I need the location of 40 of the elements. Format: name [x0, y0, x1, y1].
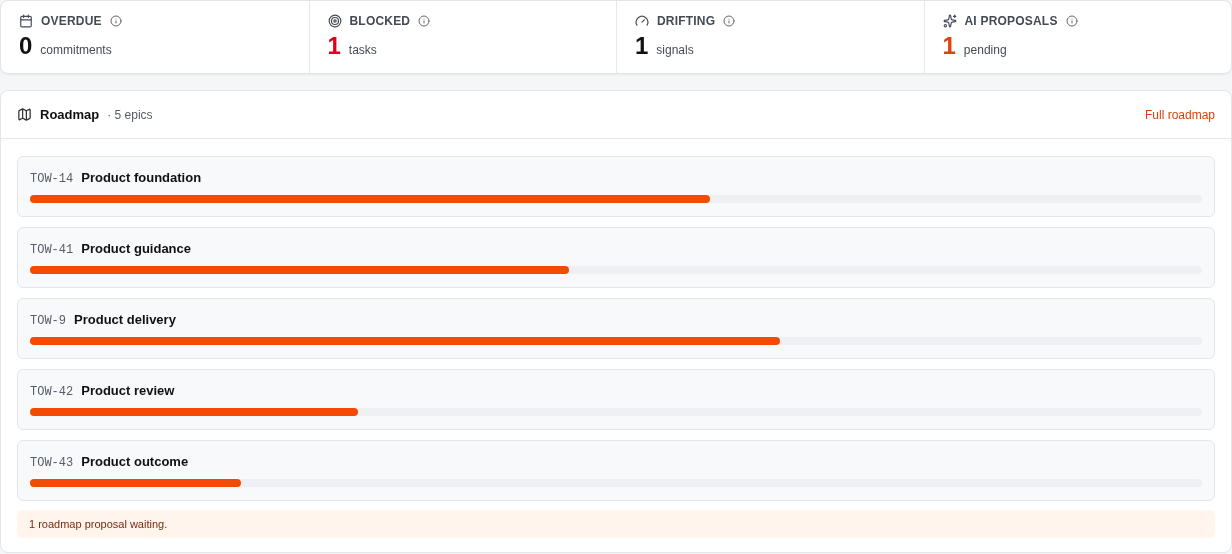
- epic-key: TOW-43: [30, 456, 74, 470]
- stat-label: DRIFTING: [657, 14, 716, 28]
- epic-name: Product guidance: [81, 241, 191, 256]
- epic-key: TOW-41: [30, 243, 74, 257]
- epic-name: Product delivery: [74, 312, 176, 327]
- epic-key: TOW-9: [30, 314, 66, 328]
- target-icon: [327, 14, 342, 28]
- stat-unit: commitments: [40, 43, 112, 57]
- epic-name: Product outcome: [81, 454, 189, 469]
- stat-unit: signals: [656, 43, 694, 57]
- stat-label: AI PROPOSALS: [964, 14, 1058, 28]
- proposal-notice: 1 roadmap proposal waiting.: [17, 510, 1215, 538]
- info-icon[interactable]: [723, 15, 736, 27]
- full-roadmap-link[interactable]: Full roadmap: [1144, 107, 1215, 122]
- stat-value: 1: [635, 34, 649, 58]
- epic-card[interactable]: TOW-42 Product review: [17, 369, 1215, 430]
- stat-unit: tasks: [348, 43, 377, 57]
- epic-card[interactable]: TOW-14 Product foundation: [17, 156, 1215, 217]
- stat-label: OVERDUE: [41, 14, 102, 28]
- epic-key: TOW-14: [30, 172, 74, 186]
- epic-key: TOW-42: [30, 385, 74, 399]
- calendar-icon: [19, 14, 33, 28]
- gauge-icon: [635, 14, 649, 28]
- map-icon: [17, 107, 32, 122]
- epic-name: Product foundation: [81, 170, 202, 185]
- info-icon[interactable]: [109, 15, 122, 27]
- stat-value: 1: [327, 34, 341, 58]
- stat-value: 0: [19, 34, 33, 58]
- info-icon[interactable]: [1065, 15, 1078, 27]
- epic-card[interactable]: TOW-41 Product guidance: [17, 227, 1215, 288]
- epic-name: Product review: [81, 383, 175, 398]
- epic-card[interactable]: TOW-9 Product delivery: [17, 298, 1215, 359]
- info-icon[interactable]: [418, 15, 431, 27]
- stat-unit: pending: [963, 43, 1007, 57]
- roadmap-title: Roadmap: [40, 107, 100, 122]
- epic-card[interactable]: TOW-43 Product outcome: [17, 440, 1215, 501]
- epic-count: · 5 epics: [107, 107, 154, 122]
- sparkles-icon: [942, 14, 957, 28]
- stat-label: BLOCKED: [349, 14, 411, 28]
- stat-value: 1: [942, 34, 956, 58]
